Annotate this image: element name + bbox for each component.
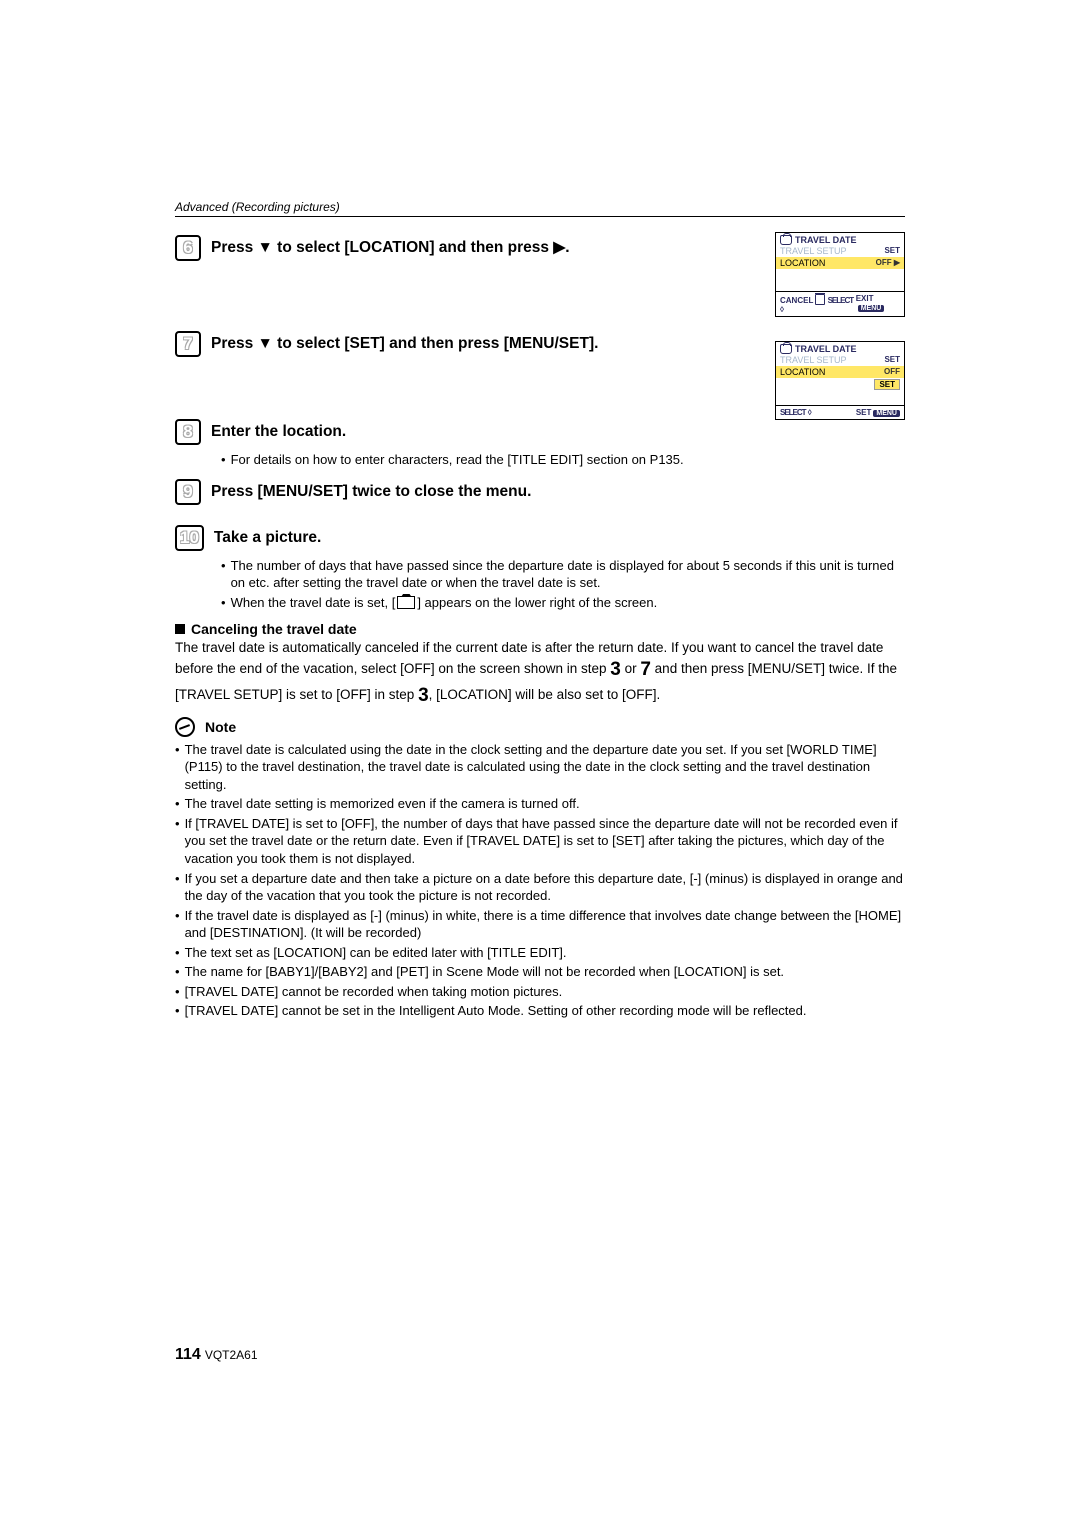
lcd2-r2-label: LOCATION xyxy=(780,367,825,377)
note-icon xyxy=(175,717,195,737)
doc-code: VQT2A61 xyxy=(205,1348,258,1362)
page-footer: 114 VQT2A61 xyxy=(175,1346,258,1364)
bullet-text: When the travel date is set, [] appears … xyxy=(231,594,658,612)
step-title: Take a picture. xyxy=(214,525,321,548)
lcd2-br: SETMENU xyxy=(856,408,900,417)
bag-icon xyxy=(780,235,792,245)
step-number-badge: 10 xyxy=(175,525,204,551)
bullet-text: The number of days that have passed sinc… xyxy=(231,557,905,592)
square-bullet-icon xyxy=(175,624,185,634)
lcd2-r1-label: TRAVEL SETUP xyxy=(780,355,847,365)
bag-icon xyxy=(780,344,792,354)
lcd2-r1-val: SET xyxy=(884,355,900,365)
lcd2-bl: SELECT ◊ xyxy=(780,408,812,417)
step-title: Press [MENU/SET] twice to close the menu… xyxy=(211,479,531,502)
step-number-badge: 7 xyxy=(175,331,201,357)
step-8-bullets: •For details on how to enter characters,… xyxy=(221,451,905,469)
lcd1-br: EXITMENU xyxy=(856,294,900,314)
note-item: [TRAVEL DATE] cannot be recorded when ta… xyxy=(185,983,563,1001)
step-number-badge: 9 xyxy=(175,479,201,505)
lcd2-title: TRAVEL DATE xyxy=(795,344,857,354)
step-number-badge: 6 xyxy=(175,235,201,261)
note-item: [TRAVEL DATE] cannot be set in the Intel… xyxy=(185,1002,807,1020)
page-number: 114 xyxy=(175,1346,201,1363)
lcd-figures: TRAVEL DATE TRAVEL SETUP SET LOCATION OFF … xyxy=(775,232,905,444)
lcd-screen-step6: TRAVEL DATE TRAVEL SETUP SET LOCATION OFF … xyxy=(775,232,905,317)
lcd1-r1-label: TRAVEL SETUP xyxy=(780,246,847,256)
note-item: The text set as [LOCATION] can be edited… xyxy=(185,944,567,962)
note-item: The name for [BABY1]/[BABY2] and [PET] i… xyxy=(185,963,785,981)
menu-icon: MENU xyxy=(873,410,900,417)
lcd2-r2-val: OFF xyxy=(884,367,900,377)
step-title: Press ▼ to select [LOCATION] and then pr… xyxy=(211,235,570,258)
step-10-bullets: •The number of days that have passed sin… xyxy=(221,557,905,612)
bullet-text: For details on how to enter characters, … xyxy=(231,451,684,469)
menu-icon: MENU xyxy=(858,305,885,312)
step-10: 10 Take a picture. xyxy=(175,525,905,551)
cancel-heading: Canceling the travel date xyxy=(175,621,905,637)
note-item: The travel date setting is memorized eve… xyxy=(185,795,580,813)
cancel-paragraph: The travel date is automatically cancele… xyxy=(175,639,905,709)
note-item: If the travel date is displayed as [-] (… xyxy=(185,907,905,942)
lcd1-bl: CANCEL SELECT ◊ xyxy=(780,294,856,314)
section-header: Advanced (Recording pictures) xyxy=(175,200,905,217)
lcd2-set-btn: SET xyxy=(874,379,900,390)
step-9: 9 Press [MENU/SET] twice to close the me… xyxy=(175,479,905,505)
lcd1-r1-val: SET xyxy=(884,246,900,256)
note-list: •The travel date is calculated using the… xyxy=(175,741,905,1020)
note-item: If you set a departure date and then tak… xyxy=(185,870,905,905)
note-item: The travel date is calculated using the … xyxy=(185,741,905,794)
lcd-screen-step7: TRAVEL DATE TRAVEL SETUPSET LOCATIONOFF … xyxy=(775,341,905,420)
lcd1-title: TRAVEL DATE xyxy=(795,235,857,245)
step-number-badge: 8 xyxy=(175,419,201,445)
lcd1-r2-label: LOCATION xyxy=(780,258,825,268)
step-title: Press ▼ to select [SET] and then press [… xyxy=(211,331,598,354)
note-item: If [TRAVEL DATE] is set to [OFF], the nu… xyxy=(185,815,905,868)
trash-icon xyxy=(815,294,825,305)
step-title: Enter the location. xyxy=(211,419,346,442)
lcd1-r2-val: OFF ▶ xyxy=(876,258,900,268)
note-heading: Note xyxy=(175,717,905,737)
travel-icon xyxy=(397,596,415,609)
page: Advanced (Recording pictures) TRAVEL DAT… xyxy=(0,0,1080,1526)
